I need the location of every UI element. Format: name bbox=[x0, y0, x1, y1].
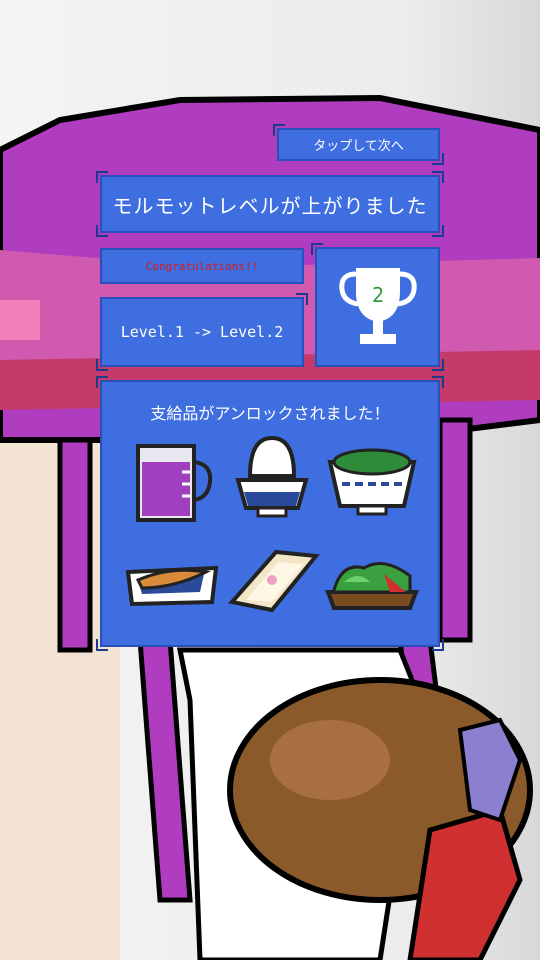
level-up-title-panel: モルモットレベルが上がりました bbox=[96, 171, 444, 237]
tap-to-next-label: タップして次へ bbox=[313, 139, 404, 154]
carrot-tray-icon bbox=[125, 565, 219, 607]
level-up-title: モルモットレベルが上がりました bbox=[112, 193, 428, 218]
supplies-unlocked-title: 支給品がアンロックされました！ bbox=[150, 404, 390, 423]
congratulations-panel: Congratulations!! bbox=[100, 248, 304, 284]
measuring-cup-icon bbox=[136, 444, 213, 522]
lettuce-plate-icon bbox=[325, 562, 419, 610]
congratulations-text: Congratulations!! bbox=[145, 259, 259, 273]
trophy-icon: 2 bbox=[338, 268, 417, 344]
rice-bowl-icon bbox=[235, 435, 309, 518]
trophy-number: 2 bbox=[371, 283, 383, 307]
supplies-unlocked-panel: 支給品がアンロックされました！ bbox=[96, 376, 444, 651]
trophy-panel: 2 bbox=[311, 243, 444, 371]
level-change-text: Level.1 -> Level.2 bbox=[120, 323, 284, 341]
level-change-panel: Level.1 -> Level.2 bbox=[96, 293, 308, 371]
bread-board-icon bbox=[228, 549, 320, 613]
salad-bowl-icon bbox=[327, 448, 417, 516]
tap-to-next-button[interactable]: タップして次へ bbox=[273, 124, 444, 165]
